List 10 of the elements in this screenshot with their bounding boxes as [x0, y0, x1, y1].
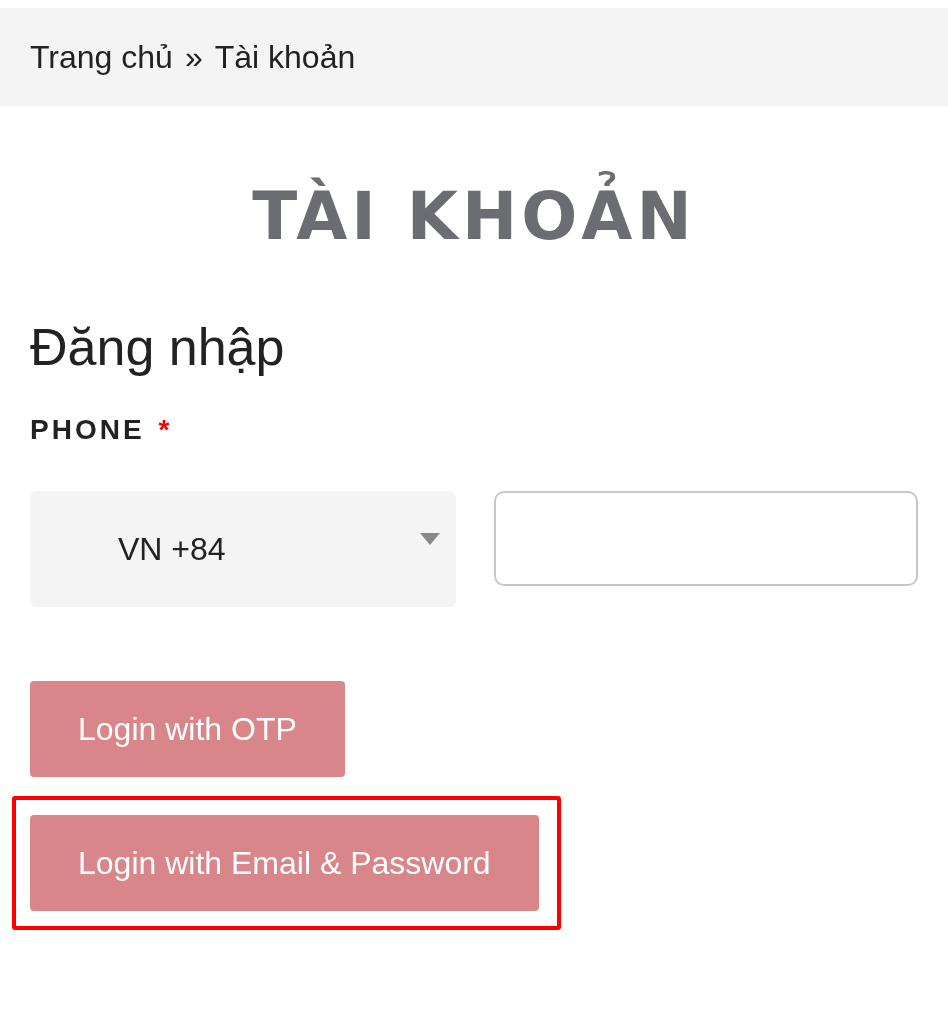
- breadcrumb-link[interactable]: Trang chủ: [30, 33, 173, 81]
- login-heading: Đăng nhập: [30, 321, 286, 374]
- country-code-select[interactable]: VN +84: [30, 491, 456, 608]
- phone-input-field[interactable]: [494, 491, 918, 587]
- phone-label: PHONE: [30, 413, 145, 448]
- breadcrumb-link[interactable]: Tài khoản: [214, 33, 356, 81]
- breadcrumb-separator: »: [184, 38, 203, 77]
- dropdown-caret-icon: [420, 533, 440, 546]
- page-title: TÀI KHOẢN: [252, 172, 696, 262]
- required-mark: *: [158, 413, 173, 448]
